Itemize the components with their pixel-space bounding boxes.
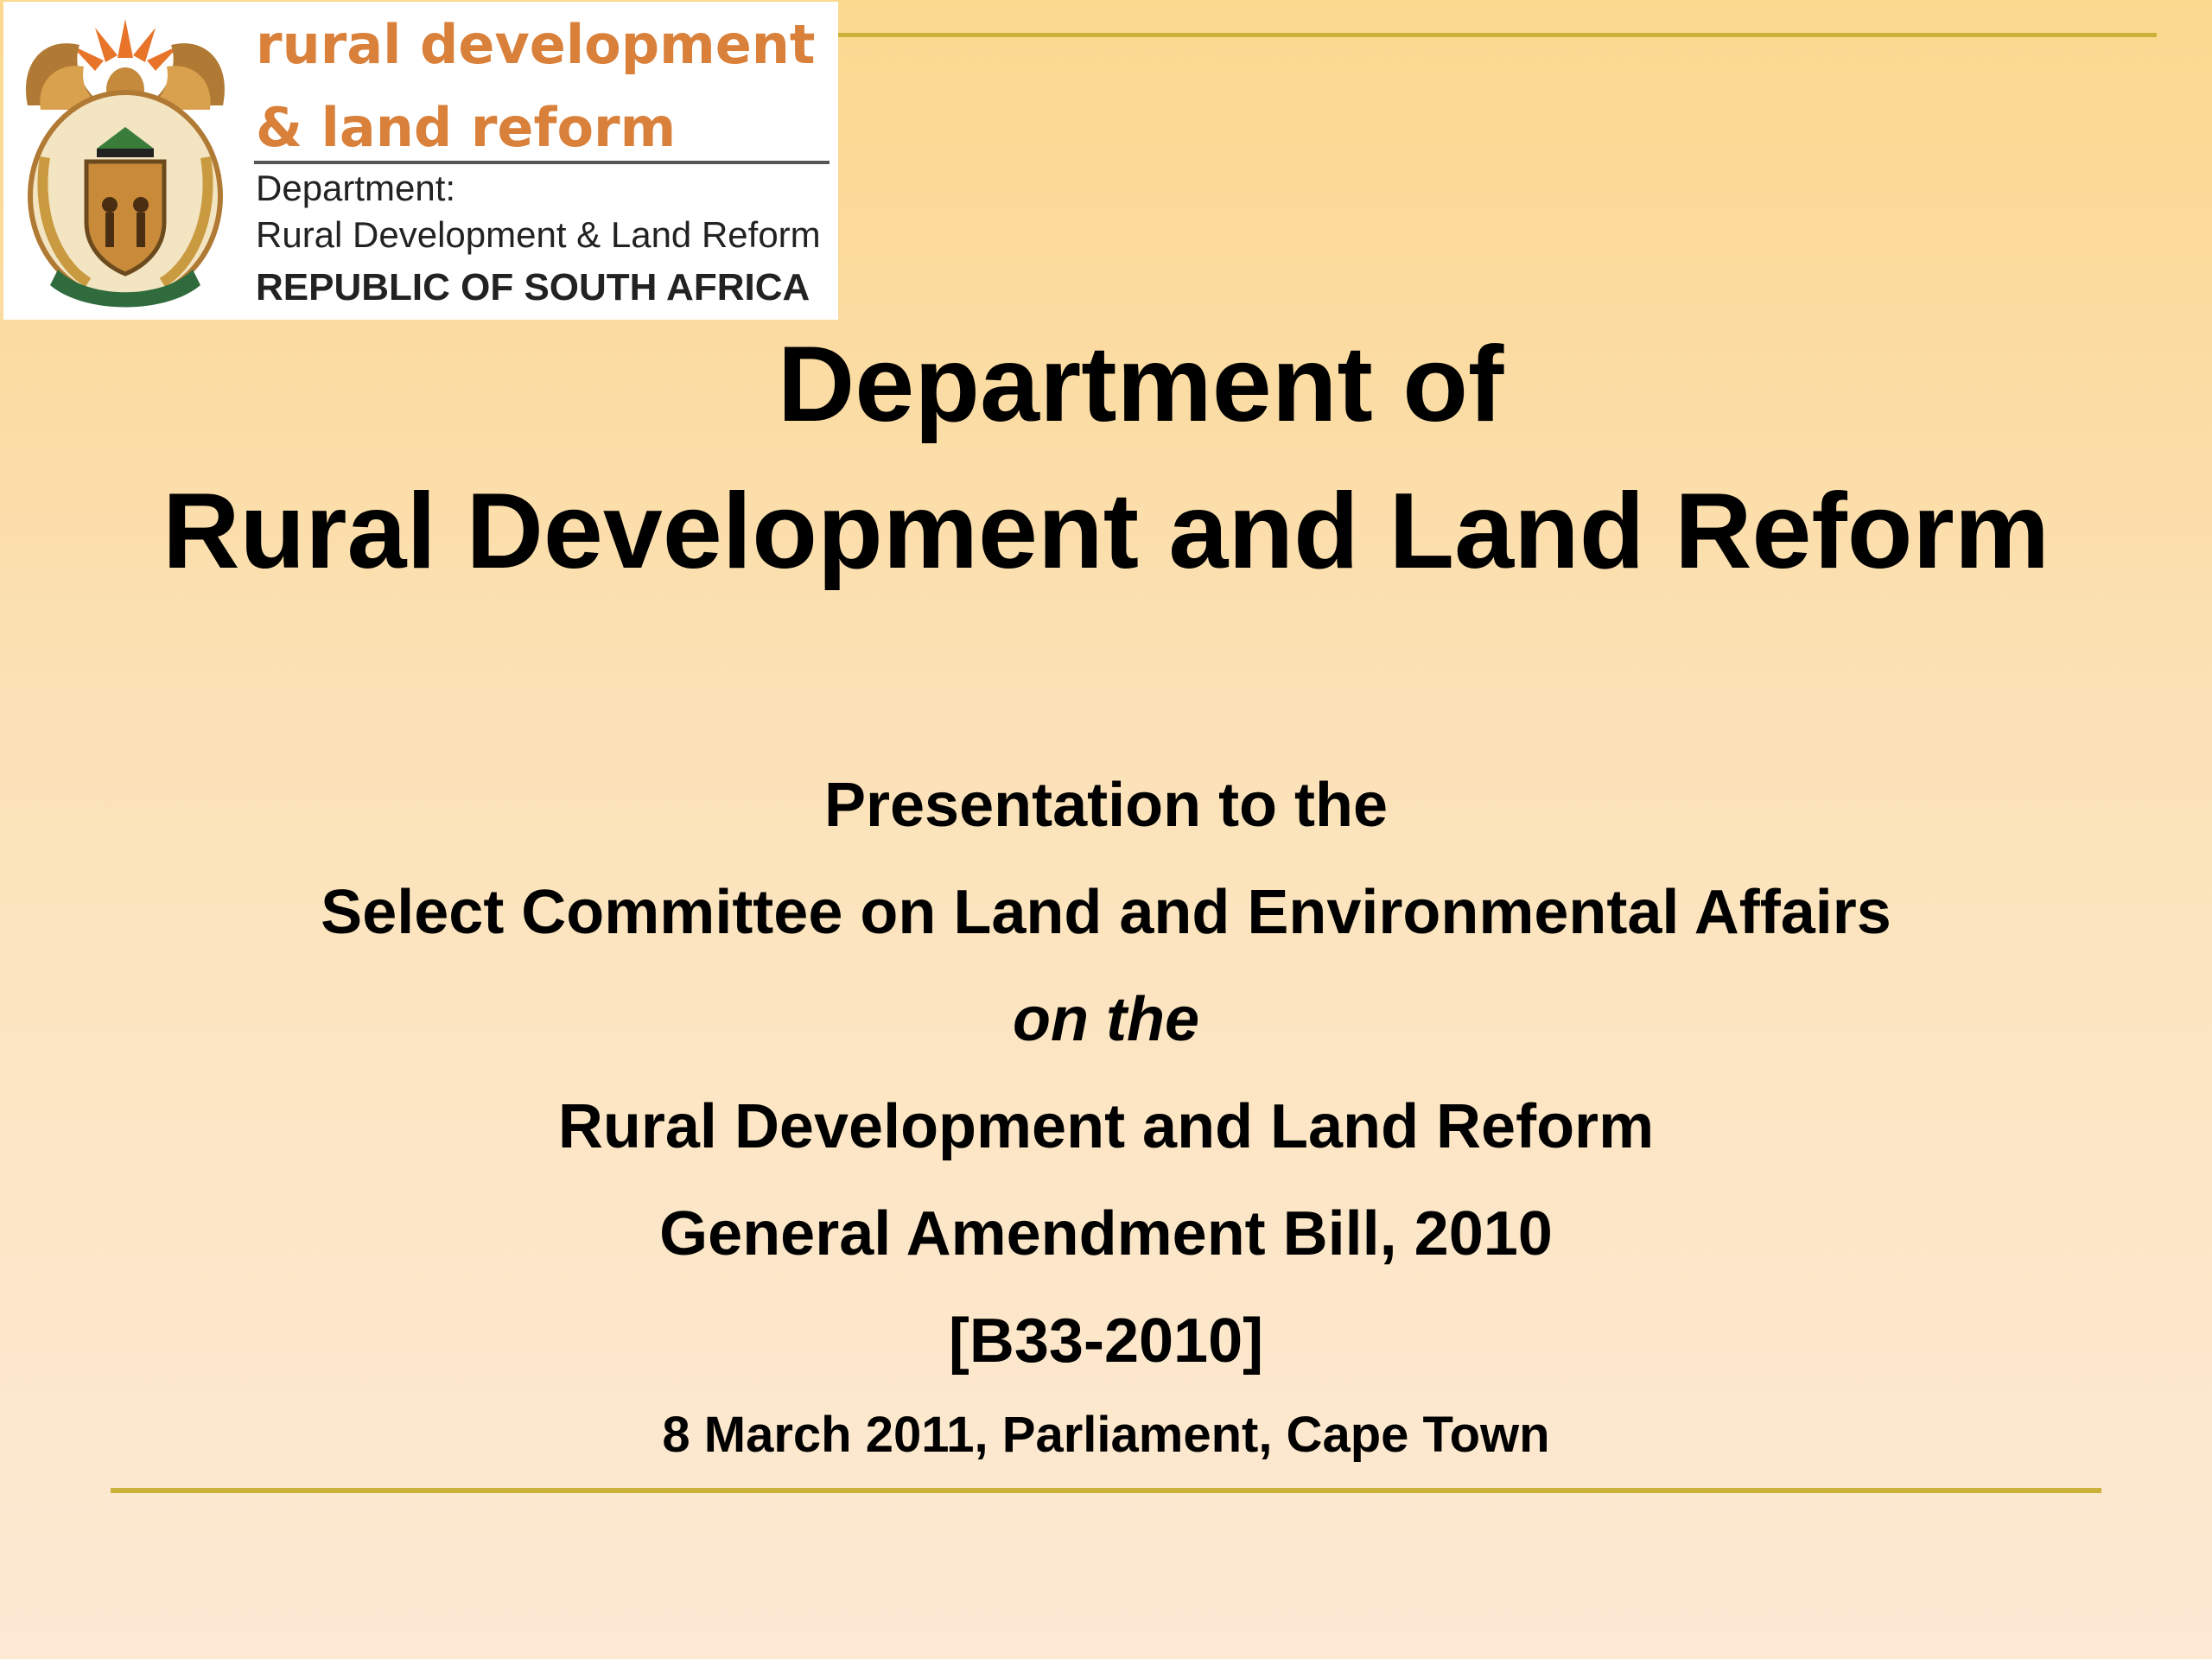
- top-divider: [830, 33, 2157, 37]
- slide-title: Department of Rural Development and Land…: [0, 311, 2212, 605]
- presentation-date: 8 March 2011, Parliament, Cape Town: [662, 1407, 1550, 1463]
- logo-wordmark-line2: & land reform: [256, 96, 677, 159]
- subtitle-line-6: [B33-2010]: [948, 1306, 1264, 1376]
- logo-country: REPUBLIC OF SOUTH AFRICA: [256, 266, 810, 308]
- logo-wordmark: rural development & land reform: [256, 3, 816, 169]
- logo-department-name: Rural Development & Land Reform: [256, 214, 821, 255]
- title-line-1: Department of: [777, 325, 1504, 444]
- title-line-2: Rural Development and Land Reform: [162, 472, 2050, 591]
- coat-of-arms-icon: [26, 19, 225, 308]
- subtitle-line-2: Select Committee on Land and Environment…: [321, 878, 1891, 947]
- subtitle-line-5: General Amendment Bill, 2010: [659, 1199, 1553, 1268]
- department-logo: rural development & land reform Departme…: [3, 2, 838, 320]
- logo-wordmark-line1: rural development: [256, 13, 816, 76]
- slide-subtitle: Presentation to the Select Committee on …: [0, 752, 2212, 1474]
- subtitle-line-4: Rural Development and Land Reform: [557, 1092, 1655, 1161]
- logo-department-label: Department:: [256, 168, 456, 208]
- subtitle-line-3: on the: [1013, 985, 1199, 1054]
- subtitle-line-1: Presentation to the: [823, 771, 1389, 840]
- bottom-divider: [111, 1488, 2101, 1493]
- logo-divider: [254, 161, 830, 164]
